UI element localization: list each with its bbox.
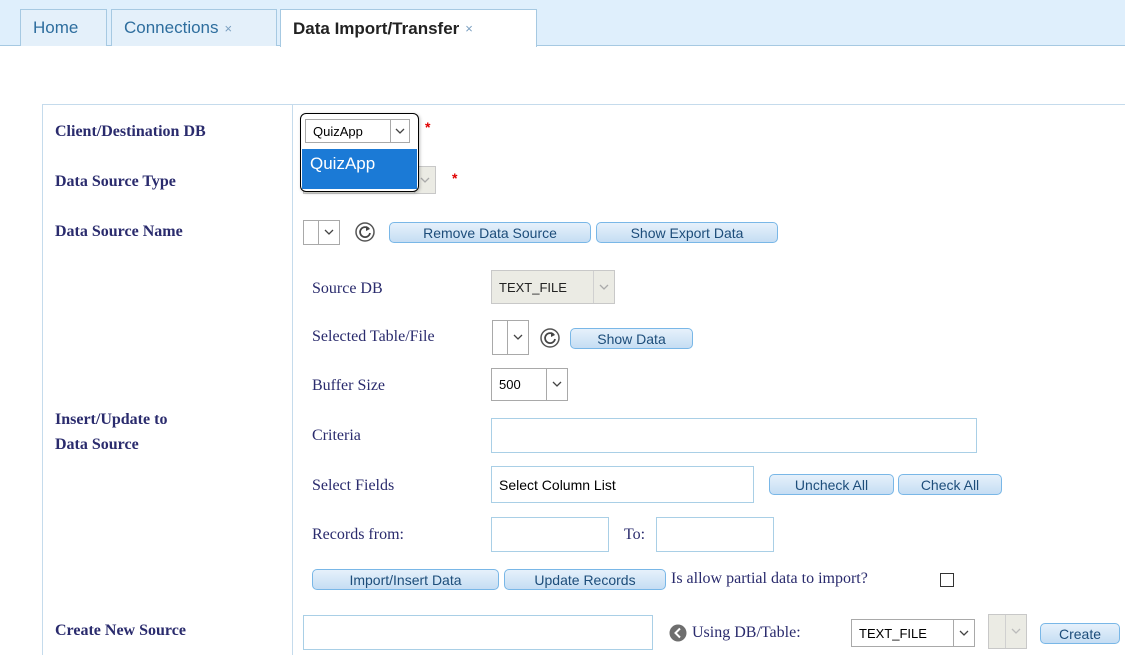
update-records-button[interactable]: Update Records — [504, 569, 666, 590]
label-source-type: Data Source Type — [55, 173, 176, 190]
chevron-down-icon — [953, 620, 974, 646]
chevron-down-icon — [1005, 615, 1026, 648]
close-icon[interactable]: × — [225, 21, 233, 36]
label-client-db: Client/Destination DB — [55, 123, 206, 140]
buffer-size-value: 500 — [499, 377, 521, 392]
label-create-new: Create New Source — [55, 622, 186, 639]
import-insert-data-button[interactable]: Import/Insert Data — [312, 569, 499, 590]
label-records-from: Records from: — [312, 526, 404, 543]
tab-label: Connections — [124, 18, 219, 37]
chevron-down-icon — [546, 369, 567, 400]
panel-border-left — [42, 104, 43, 655]
label-source-name: Data Source Name — [55, 223, 183, 240]
records-from-input[interactable] — [491, 517, 609, 552]
source-name-select[interactable] — [303, 220, 340, 245]
tab-home[interactable]: Home — [20, 9, 107, 46]
source-db-value: TEXT_FILE — [499, 279, 567, 295]
refresh-icon[interactable] — [355, 222, 375, 242]
criteria-input[interactable] — [491, 418, 977, 453]
records-to-input[interactable] — [656, 517, 774, 552]
buffer-size-select[interactable]: 500 — [491, 368, 568, 401]
tab-bar: Home Connections × Data Import/Transfer … — [0, 0, 1125, 47]
close-icon[interactable]: × — [465, 21, 473, 36]
using-table-select[interactable] — [988, 614, 1027, 649]
label-to: To: — [624, 526, 646, 543]
selected-table-select[interactable] — [492, 320, 529, 355]
option-label: QuizApp — [310, 154, 376, 173]
source-db-select[interactable]: TEXT_FILE — [491, 270, 615, 304]
label-partial-data: Is allow partial data to import? — [671, 570, 868, 587]
create-button[interactable]: Create — [1040, 623, 1120, 644]
select-fields-input[interactable]: Select Column List — [491, 466, 754, 503]
tab-label: Data Import/Transfer — [293, 18, 460, 38]
chevron-down-icon — [318, 221, 339, 244]
label-criteria: Criteria — [312, 427, 361, 444]
partial-data-checkbox[interactable] — [940, 573, 954, 587]
required-mark: * — [425, 119, 431, 135]
tab-label: Home — [33, 18, 79, 37]
uncheck-all-button[interactable]: Uncheck All — [769, 474, 894, 495]
label-using-db-table: Using DB/Table: — [692, 624, 801, 641]
circle-arrow-left-icon[interactable] — [669, 624, 687, 642]
client-db-select-open[interactable]: QuizApp — [305, 119, 410, 143]
label-source-db: Source DB — [312, 280, 383, 297]
remove-data-source-button[interactable]: Remove Data Source — [389, 222, 591, 243]
show-data-button[interactable]: Show Data — [570, 328, 693, 349]
using-db-select[interactable]: TEXT_FILE — [851, 619, 975, 647]
label-buffer-size: Buffer Size — [312, 377, 386, 394]
using-db-value: TEXT_FILE — [859, 625, 927, 641]
panel-border-top — [42, 104, 1125, 105]
client-db-value: QuizApp — [313, 123, 363, 139]
tab-connections[interactable]: Connections × — [111, 9, 277, 46]
label-insert-update-line2: Data Source — [55, 436, 139, 453]
new-source-name-input[interactable] — [303, 615, 653, 650]
dropdown-option-quizapp[interactable]: QuizApp — [302, 149, 417, 189]
label-select-fields: Select Fields — [312, 477, 395, 494]
chevron-down-icon — [593, 271, 614, 303]
tab-data-import-transfer[interactable]: Data Import/Transfer × — [280, 9, 537, 47]
label-insert-update-line1: Insert/Update to — [55, 411, 168, 428]
chevron-down-icon — [507, 321, 528, 354]
panel-divider — [292, 104, 293, 655]
label-selected-table: Selected Table/File — [312, 328, 435, 345]
required-mark: * — [452, 170, 458, 186]
refresh-icon[interactable] — [540, 328, 560, 348]
chevron-down-icon — [390, 120, 409, 142]
check-all-button[interactable]: Check All — [898, 474, 1002, 495]
show-export-data-button[interactable]: Show Export Data — [596, 222, 778, 243]
